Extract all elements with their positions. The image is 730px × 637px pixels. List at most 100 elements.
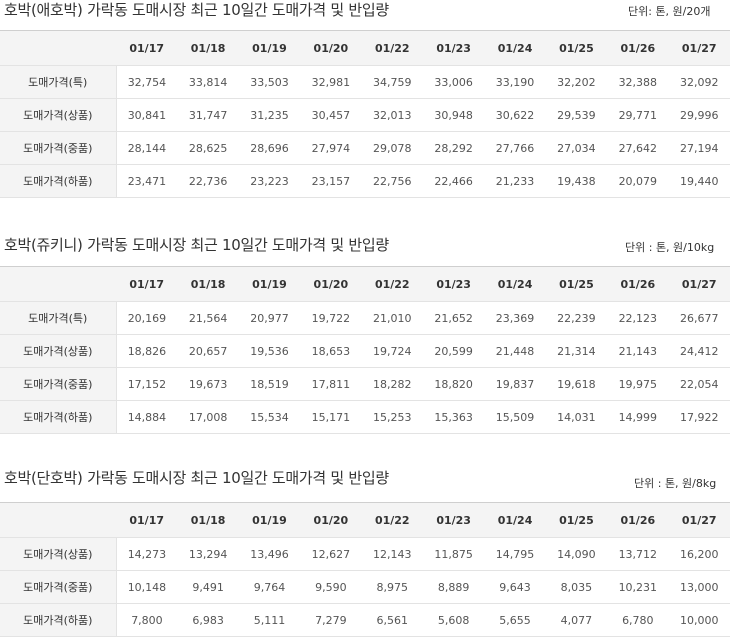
price-cell: 14,999 — [607, 400, 669, 434]
date-header-cell: 01/23 — [422, 266, 485, 302]
price-cell: 19,975 — [607, 367, 669, 401]
price-cell: 9,643 — [484, 570, 546, 604]
price-cell: 29,771 — [607, 98, 669, 132]
price-cell: 21,448 — [484, 334, 546, 368]
price-cell: 22,736 — [177, 164, 239, 198]
date-header-cell: 01/22 — [361, 266, 423, 302]
price-cell: 22,054 — [668, 367, 730, 401]
row-label: 도매가격(상품) — [0, 98, 117, 132]
section-title: 호박(단호박) 가락동 도매시장 최근 10일간 도매가격 및 반입량 — [4, 469, 389, 487]
price-cell: 8,975 — [361, 570, 423, 604]
price-cell: 18,519 — [238, 367, 301, 401]
price-cell: 27,766 — [484, 131, 546, 165]
price-cell: 15,509 — [484, 400, 546, 434]
price-cell: 17,811 — [300, 367, 362, 401]
price-cell: 5,111 — [238, 603, 301, 637]
date-header-cell: 01/18 — [177, 30, 239, 66]
price-cell: 28,292 — [422, 131, 485, 165]
price-cell: 27,974 — [300, 131, 362, 165]
price-cell: 13,496 — [238, 537, 301, 571]
price-cell: 29,078 — [361, 131, 423, 165]
section-title: 호박(쥬키니) 가락동 도매시장 최근 10일간 도매가격 및 반입량 — [4, 236, 389, 254]
price-cell: 13,000 — [668, 570, 730, 604]
price-cell: 23,369 — [484, 301, 546, 335]
price-cell: 22,239 — [545, 301, 608, 335]
price-cell: 16,200 — [668, 537, 730, 571]
price-cell: 21,010 — [361, 301, 423, 335]
price-cell: 13,294 — [177, 537, 239, 571]
price-cell: 32,754 — [116, 65, 178, 99]
table-row: 도매가격(상품) 14,273 13,294 13,496 12,627 12,143 11… — [0, 537, 730, 571]
price-cell: 4,077 — [545, 603, 608, 637]
price-cell: 27,642 — [607, 131, 669, 165]
date-header-cell: 01/22 — [361, 30, 423, 66]
section-title: 호박(애호박) 가락동 도매시장 최근 10일간 도매가격 및 반입량 — [4, 1, 389, 19]
price-cell: 19,673 — [177, 367, 239, 401]
table-row: 도매가격(하품) 14,884 17,008 15,534 15,171 15,253 15… — [0, 400, 730, 434]
header-corner-cell — [0, 30, 116, 66]
price-cell: 10,000 — [668, 603, 730, 637]
price-cell: 7,279 — [300, 603, 362, 637]
price-cell: 12,143 — [361, 537, 423, 571]
price-cell: 28,144 — [116, 131, 178, 165]
price-cell: 34,759 — [361, 65, 423, 99]
date-header-cell: 01/24 — [484, 502, 546, 538]
price-cell: 14,031 — [545, 400, 608, 434]
price-cell: 19,438 — [545, 164, 608, 198]
date-header-cell: 01/23 — [422, 30, 485, 66]
table-row: 도매가격(상품) 30,841 31,747 31,235 30,457 32,013 30… — [0, 98, 730, 132]
price-cell: 7,800 — [116, 603, 178, 637]
row-label: 도매가격(특) — [0, 65, 117, 99]
price-cell: 32,981 — [300, 65, 362, 99]
date-header-cell: 01/19 — [238, 502, 301, 538]
price-cell: 14,795 — [484, 537, 546, 571]
price-cell: 32,202 — [545, 65, 608, 99]
price-cell: 14,884 — [116, 400, 178, 434]
price-cell: 23,157 — [300, 164, 362, 198]
price-cell: 21,143 — [607, 334, 669, 368]
price-cell: 33,190 — [484, 65, 546, 99]
price-cell: 9,590 — [300, 570, 362, 604]
date-header-cell: 01/23 — [422, 502, 485, 538]
row-label: 도매가격(상품) — [0, 334, 117, 368]
table-header-row: 01/17 01/18 01/19 01/20 01/22 01/23 01/24 01/25… — [0, 30, 730, 66]
price-cell: 9,764 — [238, 570, 301, 604]
date-header-cell: 01/25 — [545, 266, 608, 302]
date-header-cell: 01/25 — [545, 30, 608, 66]
price-table: 01/17 01/18 01/19 01/20 01/22 01/23 01/24 01/25… — [0, 502, 730, 637]
price-cell: 20,599 — [422, 334, 485, 368]
table-row: 도매가격(중품) 28,144 28,625 28,696 27,974 29,078 28… — [0, 131, 730, 165]
price-cell: 17,008 — [177, 400, 239, 434]
price-cell: 14,273 — [116, 537, 178, 571]
price-cell: 27,034 — [545, 131, 608, 165]
row-label: 도매가격(하품) — [0, 164, 117, 198]
price-cell: 21,652 — [422, 301, 485, 335]
date-header-cell: 01/17 — [116, 30, 178, 66]
price-cell: 10,231 — [607, 570, 669, 604]
price-cell: 14,090 — [545, 537, 608, 571]
price-cell: 33,006 — [422, 65, 485, 99]
date-header-cell: 01/17 — [116, 502, 178, 538]
price-cell: 19,536 — [238, 334, 301, 368]
price-cell: 8,035 — [545, 570, 608, 604]
price-cell: 30,841 — [116, 98, 178, 132]
price-cell: 22,756 — [361, 164, 423, 198]
date-header-cell: 01/20 — [300, 266, 362, 302]
price-cell: 15,253 — [361, 400, 423, 434]
price-cell: 22,466 — [422, 164, 485, 198]
price-cell: 17,922 — [668, 400, 730, 434]
price-cell: 19,440 — [668, 164, 730, 198]
date-header-cell: 01/26 — [607, 30, 669, 66]
price-cell: 29,539 — [545, 98, 608, 132]
price-cell: 29,996 — [668, 98, 730, 132]
price-cell: 19,618 — [545, 367, 608, 401]
date-header-cell: 01/25 — [545, 502, 608, 538]
table-row: 도매가격(하품) 7,800 6,983 5,111 7,279 6,561 5,608 5,… — [0, 603, 730, 637]
price-cell: 19,724 — [361, 334, 423, 368]
price-cell: 19,837 — [484, 367, 546, 401]
price-cell: 20,169 — [116, 301, 178, 335]
table-row: 도매가격(하품) 23,471 22,736 23,223 23,157 22,756 22… — [0, 164, 730, 198]
price-cell: 5,608 — [422, 603, 485, 637]
price-cell: 18,282 — [361, 367, 423, 401]
price-cell: 23,223 — [238, 164, 301, 198]
